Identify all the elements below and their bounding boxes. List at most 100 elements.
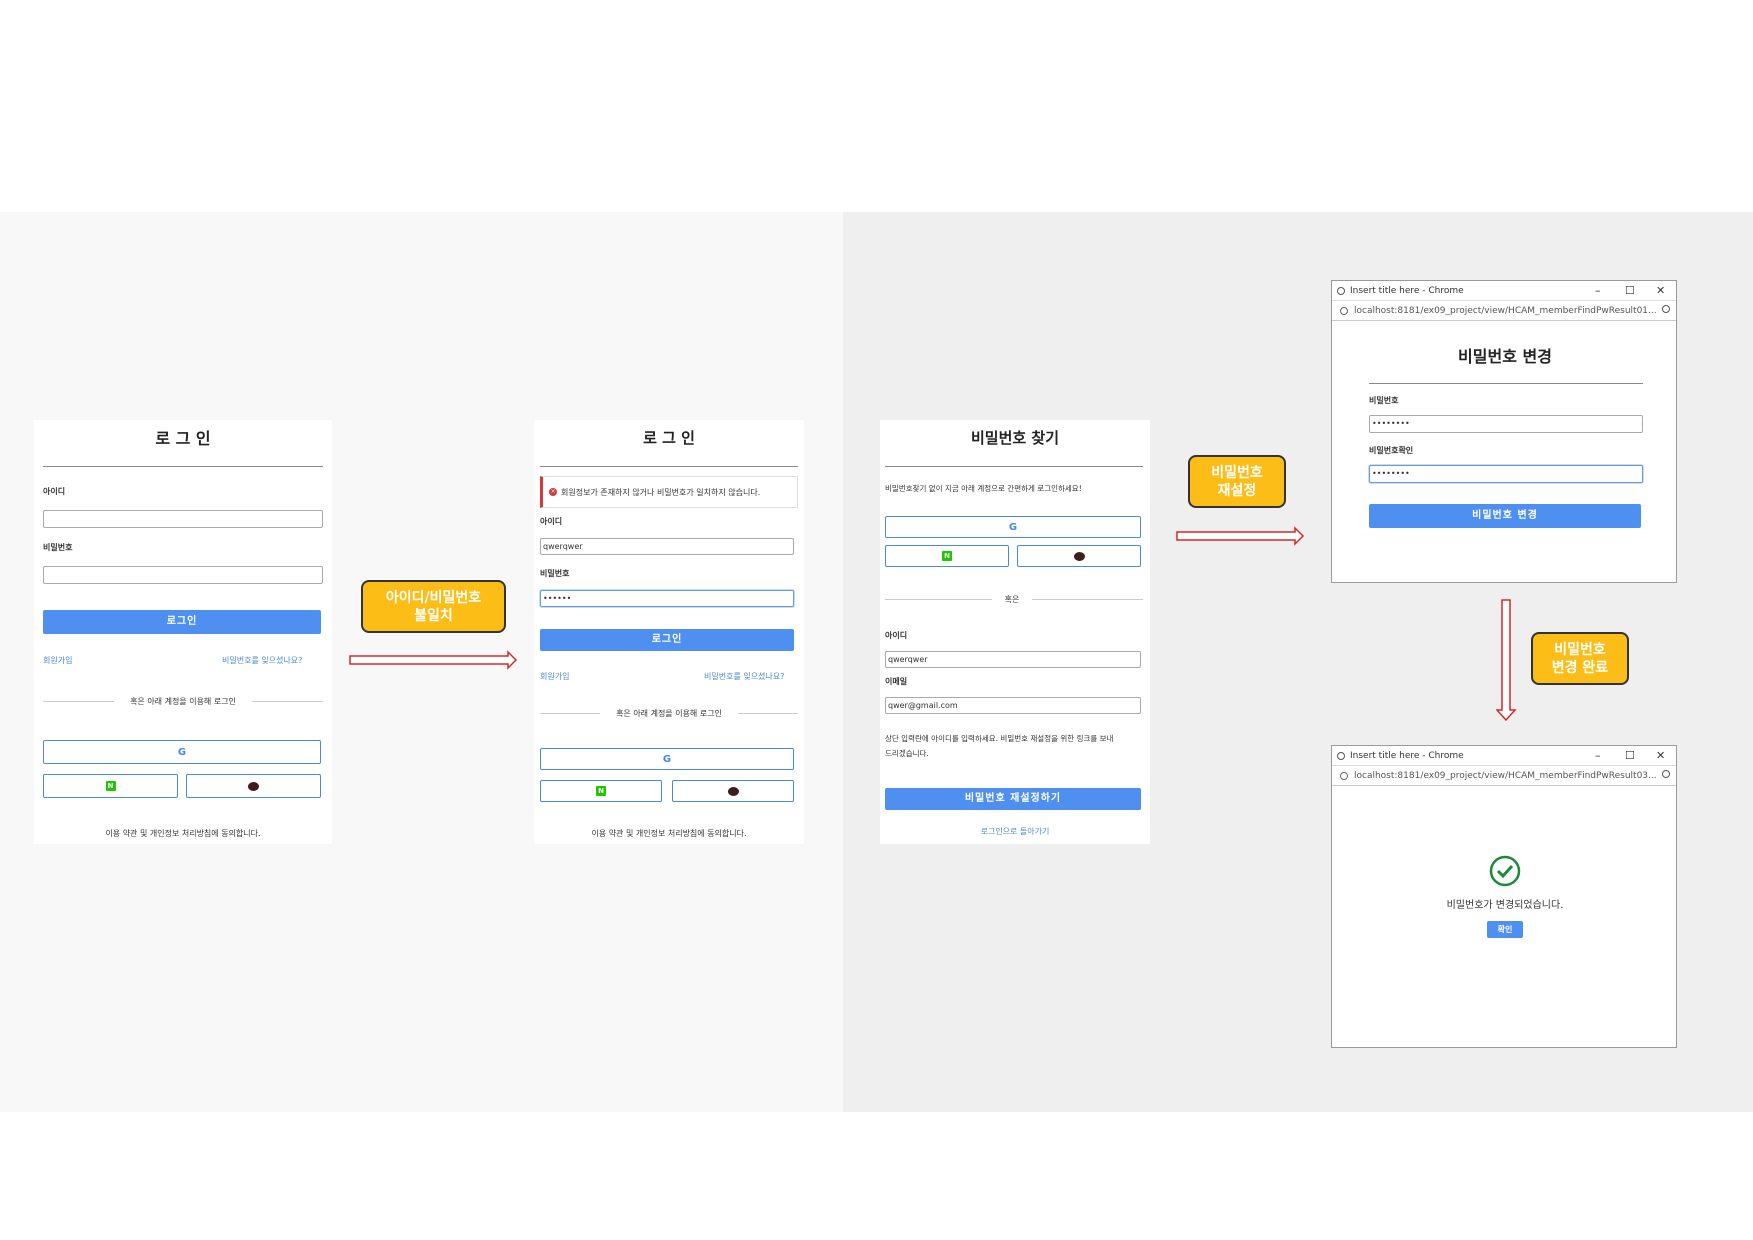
password-label: 비밀번호 <box>43 543 73 552</box>
password-input[interactable]: •••••• <box>540 590 794 607</box>
title-divider <box>885 466 1143 467</box>
naver-icon: N <box>596 786 606 796</box>
reset-callout-line1: 비밀번호 <box>1211 464 1263 481</box>
id-label: 아이디 <box>885 631 908 640</box>
success-message: 비밀번호가 변경되었습니다. <box>1446 900 1564 911</box>
page-title: 로 그 인 <box>155 429 211 448</box>
minimize-icon[interactable]: – <box>1595 749 1601 762</box>
info-text-line1: 상단 입력란에 아이디를 입력하세요. 비밀번호 재설정을 위한 링크를 보내 <box>885 734 1114 743</box>
window-titlebar: Insert title here - Chrome – ☐ ✕ <box>1332 746 1676 766</box>
email-input[interactable]: qwer@gmail.com <box>885 697 1141 714</box>
maximize-icon[interactable]: ☐ <box>1625 749 1635 762</box>
kakao-icon <box>727 786 739 796</box>
google-icon: G <box>662 753 672 765</box>
new-password-input[interactable]: •••••••• <box>1369 415 1643 433</box>
or-text: 혹은 <box>992 594 1032 605</box>
window-title: Insert title here - Chrome <box>1350 750 1464 761</box>
arrow-down <box>1496 599 1517 722</box>
password-label: 비밀번호 <box>540 569 570 578</box>
login-button[interactable]: 로그인 <box>43 610 321 634</box>
email-label: 이메일 <box>885 677 908 686</box>
login-error-panel: 로 그 인 × 회원정보가 존재하지 않거나 비밀번호가 일치하지 않습니다. … <box>534 420 804 844</box>
done-callout: 비밀번호 변경 완료 <box>1531 632 1629 685</box>
new-password-label: 비밀번호 <box>1369 396 1399 405</box>
signup-link[interactable]: 회원가입 <box>540 671 569 682</box>
minimize-icon[interactable]: – <box>1595 284 1601 297</box>
find-password-panel: 비밀번호 찾기 비밀번호찾기 없이 지금 아래 계정으로 간편하게 로그인하세요… <box>880 420 1150 844</box>
chrome-icon <box>1337 751 1345 760</box>
confirm-password-label: 비밀번호확인 <box>1369 446 1414 455</box>
reset-password-button[interactable]: 비밀번호 재설정하기 <box>885 788 1141 810</box>
window-title: Insert title here - Chrome <box>1350 285 1464 296</box>
naver-login-button[interactable]: N <box>540 780 662 802</box>
reset-callout: 비밀번호 재설정 <box>1188 455 1286 508</box>
info-icon <box>1340 306 1348 315</box>
arrow-right-1 <box>349 650 518 670</box>
mismatch-callout-line1: 아이디/비밀번호 <box>385 589 482 606</box>
find-password-description: 비밀번호찾기 없이 지금 아래 계정으로 간편하게 로그인하세요! <box>885 484 1082 493</box>
login-button[interactable]: 로그인 <box>540 629 794 651</box>
window-url: localhost:8181/ex09_project/view/HCAM_me… <box>1354 305 1657 316</box>
error-message: 회원정보가 존재하지 않거나 비밀번호가 일치하지 않습니다. <box>561 487 761 497</box>
info-text-line2: 드리겠습니다. <box>885 749 929 758</box>
id-input[interactable]: qwerqwer <box>885 651 1141 668</box>
heading-divider <box>1369 383 1643 384</box>
kakao-icon <box>248 781 259 791</box>
reset-callout-line2: 재설정 <box>1217 482 1257 499</box>
confirm-button[interactable]: 확인 <box>1487 921 1523 938</box>
zoom-icon[interactable] <box>1662 305 1670 313</box>
success-window: Insert title here - Chrome – ☐ ✕ localho… <box>1331 745 1677 1048</box>
forgot-password-link[interactable]: 비밀번호를 잊으셨나요? <box>222 655 302 666</box>
signup-link[interactable]: 회원가입 <box>43 655 72 666</box>
google-login-button[interactable]: G <box>43 740 321 764</box>
maximize-icon[interactable]: ☐ <box>1625 284 1635 297</box>
id-label: 아이디 <box>540 517 563 526</box>
error-icon: × <box>549 488 557 496</box>
forgot-password-link[interactable]: 비밀번호를 잊으셨나요? <box>704 671 784 682</box>
back-to-login-link[interactable]: 로그인으로 돌아가기 <box>880 826 1150 837</box>
page-title: 비밀번호 찾기 <box>970 429 1060 447</box>
password-input[interactable] <box>43 566 323 584</box>
or-text: 혹은 아래 계정을 이용해 로그인 <box>600 708 738 719</box>
id-input[interactable] <box>43 510 323 528</box>
login-panel: 로 그 인 아이디 비밀번호 로그인 회원가입 비밀번호를 잊으셨나요? 혹은 … <box>34 420 332 844</box>
close-icon[interactable]: ✕ <box>1656 284 1665 297</box>
arrow-right-2 <box>1176 526 1305 546</box>
address-bar[interactable]: localhost:8181/ex09_project/view/HCAM_me… <box>1332 766 1676 786</box>
chrome-icon <box>1337 286 1345 295</box>
google-login-button[interactable]: G <box>885 516 1141 538</box>
error-alert: × 회원정보가 존재하지 않거나 비밀번호가 일치하지 않습니다. <box>540 476 798 508</box>
kakao-login-button[interactable] <box>1017 545 1141 567</box>
done-callout-line2: 변경 완료 <box>1551 659 1609 676</box>
change-password-heading: 비밀번호 변경 <box>1458 347 1552 366</box>
confirm-password-input[interactable]: •••••••• <box>1369 465 1643 483</box>
address-bar[interactable]: localhost:8181/ex09_project/view/HCAM_me… <box>1332 301 1676 321</box>
done-callout-line1: 비밀번호 <box>1554 641 1606 658</box>
kakao-login-button[interactable] <box>672 780 794 802</box>
window-url: localhost:8181/ex09_project/view/HCAM_me… <box>1354 770 1657 781</box>
title-divider <box>540 466 798 467</box>
naver-login-button[interactable]: N <box>885 545 1009 567</box>
close-icon[interactable]: ✕ <box>1656 749 1665 762</box>
terms-footer: 이용 약관 및 개인정보 처리방침에 동의합니다. <box>105 829 261 838</box>
mismatch-callout-line2: 불일치 <box>414 607 453 624</box>
or-text: 혹은 아래 계정을 이용해 로그인 <box>114 696 252 707</box>
change-password-window: Insert title here - Chrome – ☐ ✕ localho… <box>1331 280 1677 583</box>
zoom-icon[interactable] <box>1662 770 1670 778</box>
change-password-button[interactable]: 비밀번호 변경 <box>1369 504 1641 528</box>
google-icon: G <box>1008 521 1018 533</box>
google-login-button[interactable]: G <box>540 748 794 770</box>
page-title: 로 그 인 <box>643 429 695 447</box>
id-input[interactable]: qwerqwer <box>540 538 794 555</box>
terms-footer: 이용 약관 및 개인정보 처리방침에 동의합니다. <box>591 829 747 838</box>
naver-login-button[interactable]: N <box>43 774 178 798</box>
check-circle-icon <box>1489 855 1521 887</box>
naver-icon: N <box>105 781 116 791</box>
naver-icon: N <box>942 551 952 561</box>
google-icon: G <box>177 746 187 758</box>
kakao-login-button[interactable] <box>186 774 321 798</box>
mismatch-callout: 아이디/비밀번호 불일치 <box>361 580 506 633</box>
kakao-icon <box>1073 551 1085 561</box>
id-label: 아이디 <box>43 487 66 496</box>
info-icon <box>1340 771 1348 780</box>
